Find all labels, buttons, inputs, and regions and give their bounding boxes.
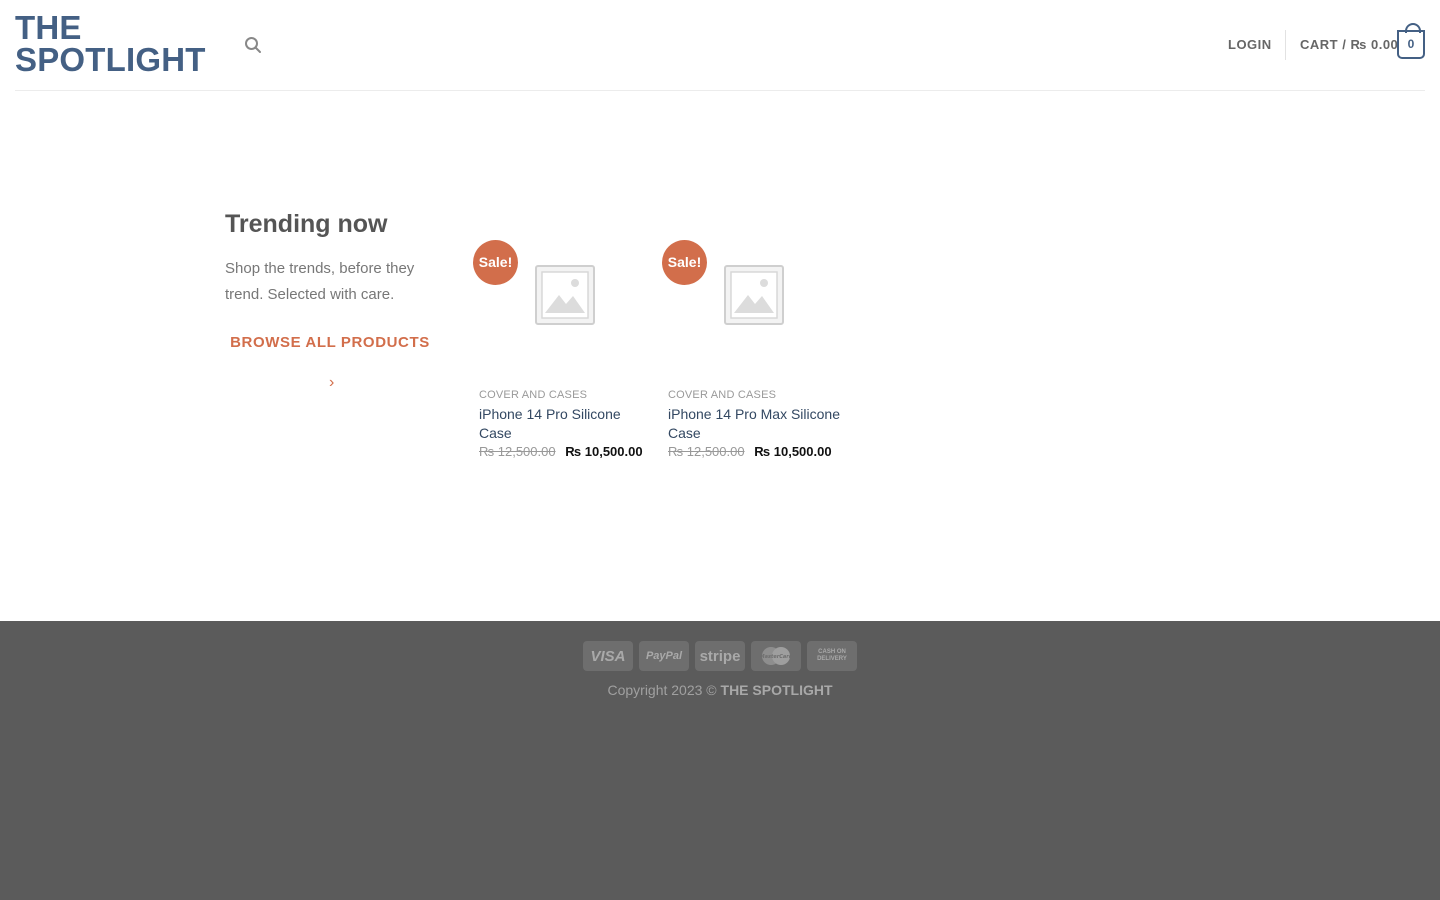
chevron-right-icon[interactable]: ›	[329, 374, 334, 392]
image-placeholder-icon	[724, 265, 784, 325]
svg-text:MasterCard: MasterCard	[760, 654, 793, 660]
search-icon[interactable]	[244, 36, 262, 54]
section-title: Trending now	[225, 210, 388, 238]
regular-price: ₨ 12,500.00	[668, 444, 745, 459]
logo-line-2[interactable]: SPOTLIGHT	[15, 43, 206, 76]
cart-count-badge[interactable]: 0	[1397, 23, 1425, 59]
product-price: ₨ 12,500.00 ₨ 10,500.00	[479, 444, 643, 459]
browse-all-products-button[interactable]: BROWSE ALL PRODUCTS	[225, 334, 435, 351]
mastercard-icon: MasterCard	[751, 641, 801, 671]
cart-link[interactable]: CART / ₨ 0.00	[1300, 37, 1398, 52]
sale-price: ₨ 10,500.00	[565, 444, 643, 459]
header-divider	[15, 90, 1425, 91]
visa-icon: VISA	[583, 641, 633, 671]
sale-price: ₨ 10,500.00	[754, 444, 832, 459]
product-title-link[interactable]: iPhone 14 Pro Max Silicone Case	[668, 405, 840, 443]
sale-badge: Sale!	[662, 240, 707, 285]
product-image-placeholder[interactable]	[668, 215, 840, 375]
login-link[interactable]: LOGIN	[1228, 37, 1272, 52]
paypal-icon: PayPal	[639, 641, 689, 671]
nav-divider	[1285, 30, 1286, 60]
product-title-link[interactable]: iPhone 14 Pro Silicone Case	[479, 405, 651, 443]
product-category[interactable]: COVER AND CASES	[668, 389, 776, 401]
section-description: Shop the trends, before they trend. Sele…	[225, 260, 415, 303]
product-category[interactable]: COVER AND CASES	[479, 389, 587, 401]
site-logo[interactable]: THE SPOTLIGHT	[15, 11, 206, 76]
copyright-text: Copyright 2023 © THE SPOTLIGHT	[0, 682, 1440, 698]
image-placeholder-icon	[535, 265, 595, 325]
regular-price: ₨ 12,500.00	[479, 444, 556, 459]
stripe-icon: stripe	[695, 641, 745, 671]
site-footer: VISA PayPal stripe MasterCard CASH ON DE…	[0, 621, 1440, 900]
logo-line-1[interactable]: THE	[15, 11, 206, 44]
payment-icons: VISA PayPal stripe MasterCard CASH ON DE…	[583, 641, 857, 671]
product-image-placeholder[interactable]	[479, 215, 651, 375]
site-header: THE SPOTLIGHT LOGIN CART / ₨ 0.00 0	[0, 0, 1440, 90]
sale-badge: Sale!	[473, 240, 518, 285]
cash-on-delivery-icon: CASH ON DELIVERY	[807, 641, 857, 671]
copyright-brand: THE SPOTLIGHT	[720, 682, 833, 698]
product-price: ₨ 12,500.00 ₨ 10,500.00	[668, 444, 832, 459]
copyright-prefix: Copyright 2023 ©	[607, 682, 717, 698]
mastercard-logo-icon: MasterCard	[760, 647, 793, 665]
